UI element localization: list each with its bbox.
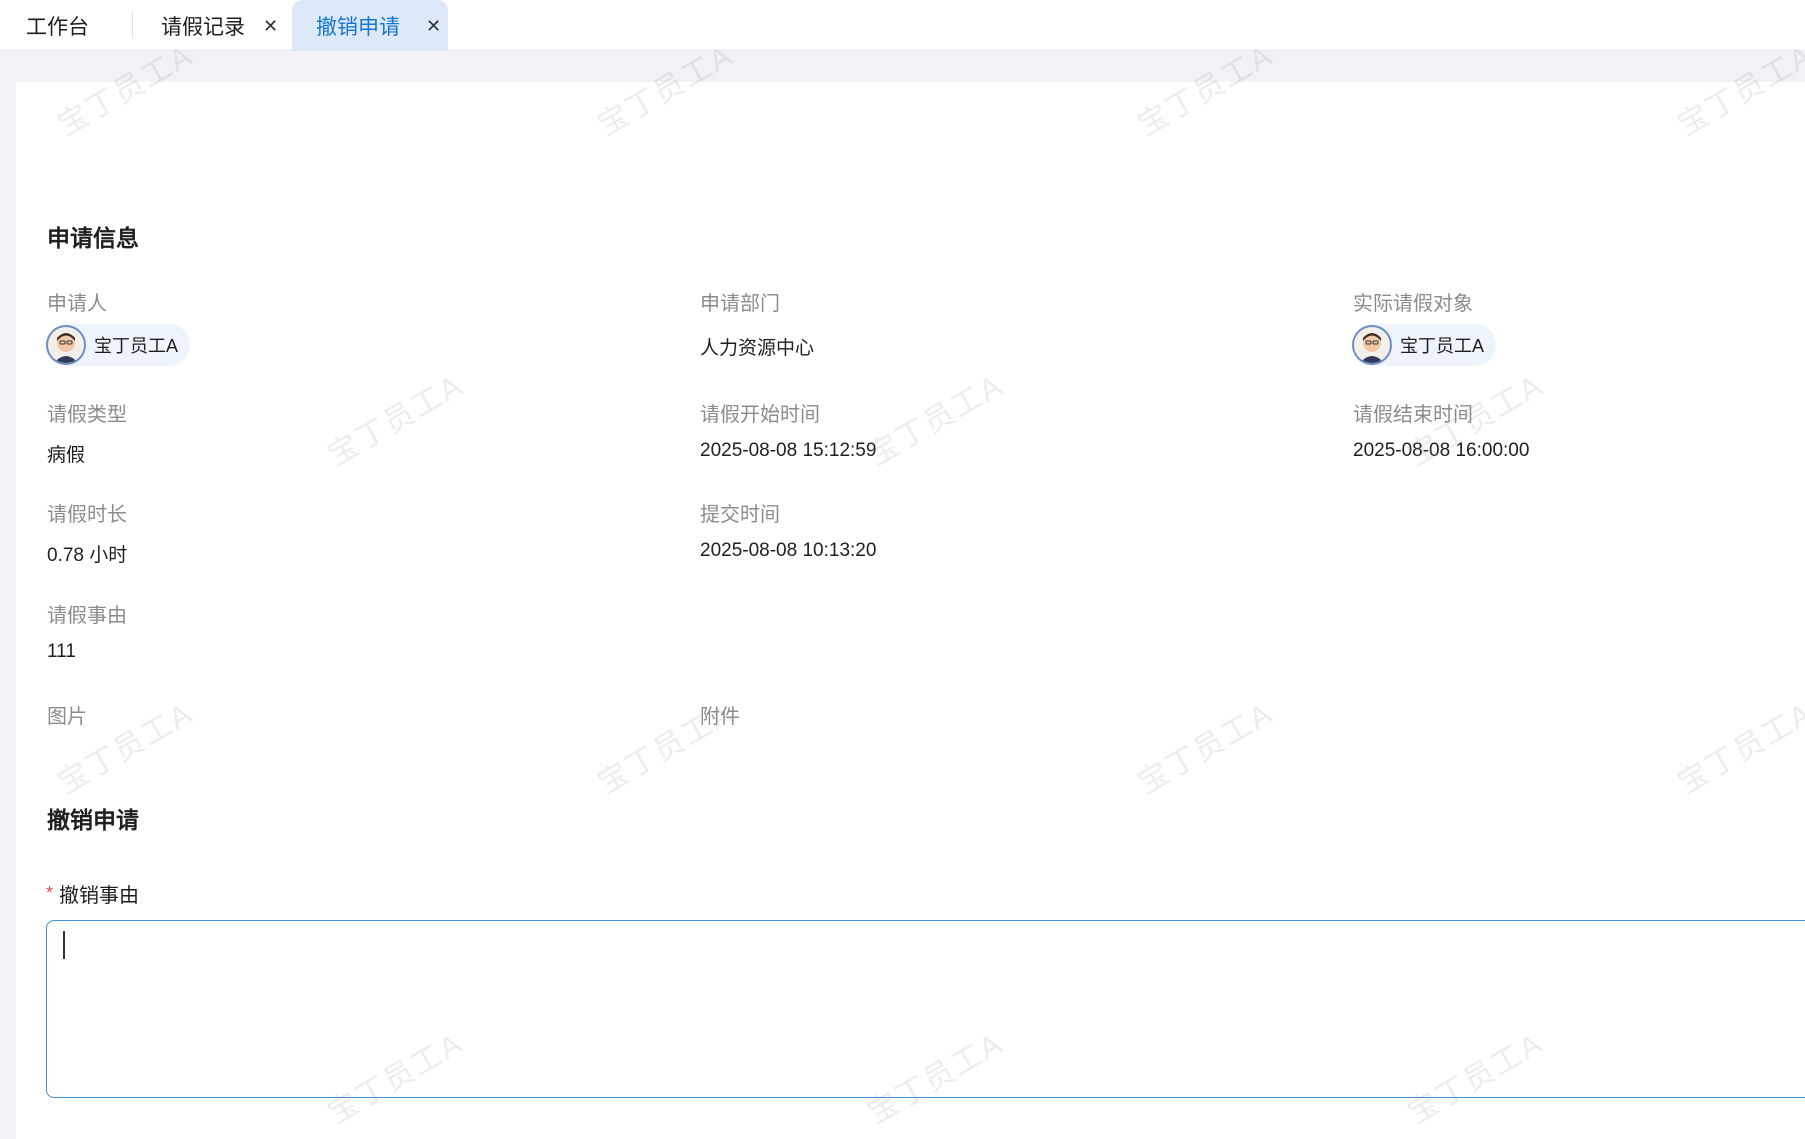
- duration-value: 0.78 小时: [47, 545, 128, 566]
- leave-type-label: 请假类型: [47, 404, 127, 426]
- avatar: [1352, 325, 1392, 365]
- actual-target-name: 宝丁员工A: [1400, 336, 1485, 356]
- actual-target-label: 实际请假对象: [1353, 293, 1473, 315]
- reason-value: 111: [47, 641, 76, 662]
- close-icon[interactable]: ✕: [426, 17, 441, 35]
- submit-time-label: 提交时间: [700, 504, 780, 526]
- submit-time-value: 2025-08-08 10:13:20: [700, 540, 877, 561]
- actual-target-chip: 宝丁员工A: [1352, 324, 1497, 366]
- avatar: [46, 325, 86, 365]
- tab-label: 撤销申请: [316, 15, 400, 39]
- section-title-revoke: 撤销申请: [47, 807, 139, 833]
- applicant-label: 申请人: [47, 293, 107, 315]
- end-time-label: 请假结束时间: [1353, 404, 1473, 426]
- tab-leave-records[interactable]: 请假记录 ✕: [161, 0, 278, 51]
- tab-label: 请假记录: [161, 15, 245, 39]
- close-icon[interactable]: ✕: [263, 17, 278, 35]
- tab-revoke-application[interactable]: 撤销申请 ✕: [292, 0, 448, 51]
- revoke-reason-label: * 撤销事由: [46, 879, 139, 908]
- applicant-name: 宝丁员工A: [94, 336, 179, 356]
- tab-bar: 工作台 请假记录 ✕ 撤销申请 ✕: [0, 0, 1805, 51]
- department-label: 申请部门: [700, 293, 780, 315]
- attachments-label: 附件: [700, 706, 740, 728]
- duration-label: 请假时长: [47, 504, 127, 526]
- tab-workbench[interactable]: 工作台: [26, 0, 89, 51]
- reason-label: 请假事由: [47, 605, 127, 627]
- revoke-reason-label-text: 撤销事由: [59, 885, 140, 907]
- department-value: 人力资源中心: [700, 338, 815, 359]
- tab-divider: [132, 12, 133, 38]
- end-time-value: 2025-08-08 16:00:00: [1353, 440, 1530, 461]
- start-time-label: 请假开始时间: [700, 404, 820, 426]
- section-title-application-info: 申请信息: [47, 225, 139, 251]
- applicant-chip: 宝丁员工A: [46, 324, 191, 366]
- start-time-value: 2025-08-08 15:12:59: [700, 440, 877, 461]
- tab-label: 工作台: [26, 15, 89, 39]
- required-mark: *: [46, 883, 54, 903]
- revoke-reason-textarea[interactable]: [46, 920, 1805, 1098]
- leave-type-value: 病假: [47, 445, 86, 466]
- images-label: 图片: [47, 706, 87, 728]
- text-cursor: [63, 931, 65, 959]
